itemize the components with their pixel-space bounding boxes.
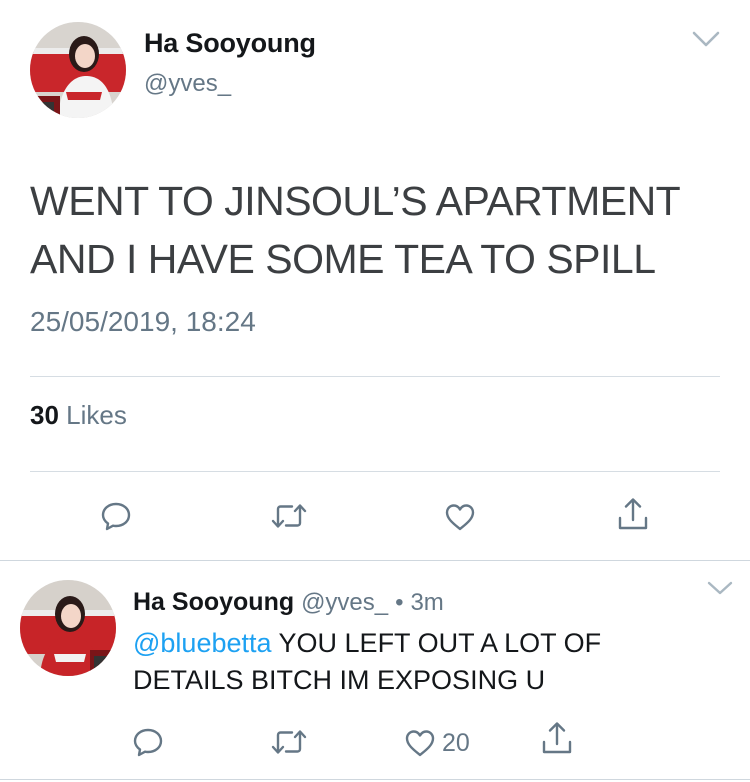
retweet-icon [271,730,307,754]
like-button[interactable] [444,502,476,532]
like-button[interactable]: 20 [404,728,470,758]
divider [30,376,720,377]
avatar[interactable] [30,22,126,118]
avatar-photo [20,580,116,676]
reply-time[interactable]: 3m [410,589,443,616]
display-name[interactable]: Ha Sooyoung [144,28,316,59]
retweet-button[interactable] [270,502,308,530]
reply-icon [133,728,163,757]
avatar-photo [30,22,126,118]
heart-icon [405,730,435,757]
like-count: 20 [442,728,470,757]
likes-label: Likes [66,400,127,430]
divider [30,471,720,472]
chevron-down-icon[interactable] [692,30,720,48]
reply-button[interactable] [100,500,132,532]
reply-button[interactable] [132,726,164,758]
tweet-timestamp: 25/05/2019, 18:24 [30,306,256,337]
share-button[interactable] [616,496,650,532]
retweet-icon [271,504,307,528]
tweet-text: WENT TO JINSOUL’S APARTMENT AND I HAVE S… [30,178,680,282]
separator-dot: • [395,589,404,616]
share-icon [542,722,572,754]
divider [0,560,750,561]
reply-avatar[interactable] [20,580,116,676]
user-handle[interactable]: @yves_ [144,70,231,98]
reply-icon [101,502,131,531]
mention-link[interactable]: @bluebetta [133,628,272,658]
retweet-button[interactable] [270,728,308,756]
chevron-down-icon[interactable] [706,580,734,596]
share-icon [618,498,648,530]
reply-text: @bluebetta YOU LEFT OUT A LOT OF DETAILS… [133,625,713,699]
heart-icon [445,504,475,531]
share-button[interactable] [540,720,574,756]
reply-user-handle[interactable]: @yves_ [301,589,388,616]
divider [0,779,750,780]
likes-count: 30 [30,400,59,430]
likes-summary[interactable]: 30 Likes [30,400,127,431]
reply-display-name[interactable]: Ha Sooyoung [133,588,294,616]
reply-header: Ha Sooyoung @yves_ • 3m [133,588,444,617]
